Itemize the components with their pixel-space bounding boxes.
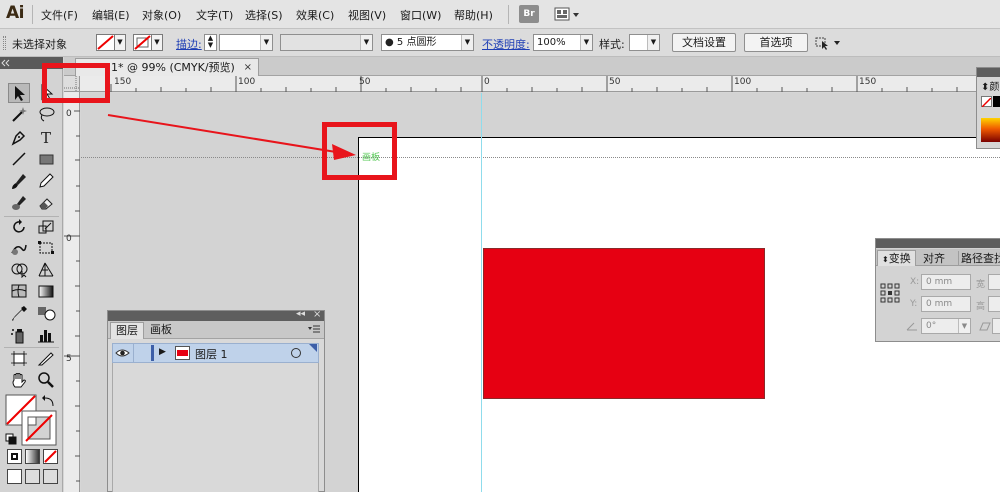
annotation-arrow	[107, 114, 356, 160]
